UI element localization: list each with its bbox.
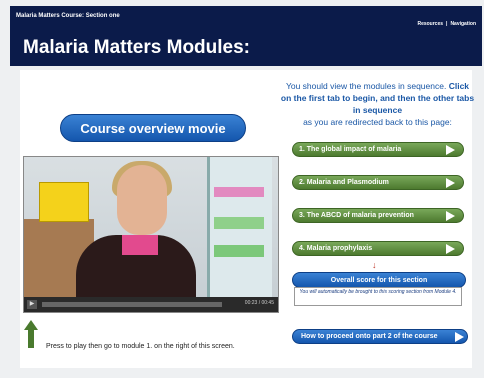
module-label: 1. The global impact of malaria [299, 146, 402, 153]
navigation-link[interactable]: Navigation [450, 21, 476, 27]
video-sharps-bin [39, 182, 89, 222]
play-triangle-icon [446, 211, 455, 221]
intro-line-a: You should view the modules in sequence. [285, 81, 447, 91]
video-shelf [214, 187, 264, 197]
play-triangle-icon [446, 244, 455, 254]
video-player[interactable]: ▶ 00:23 / 00:45 [23, 156, 279, 313]
module-label: 2. Malaria and Plasmodium [299, 179, 389, 186]
resources-link[interactable]: Resources [417, 21, 443, 27]
video-shelf [214, 217, 264, 229]
video-presenter-collar [122, 235, 158, 255]
play-triangle-icon [446, 178, 455, 188]
page-frame: Malaria Matters Course: Section one Reso… [0, 0, 484, 378]
video-shelf [214, 245, 264, 257]
module-label: 4. Malaria prophylaxis [299, 245, 373, 252]
video-presenter-head [117, 165, 167, 235]
down-arrow-icon: ↓ [372, 260, 377, 270]
page-title: Malaria Matters Modules: [23, 37, 250, 58]
module-3-button[interactable]: 3. The ABCD of malaria prevention [292, 208, 464, 223]
video-controls: ▶ 00:23 / 00:45 [24, 297, 278, 312]
press-instruction: Press to play then go to module 1. on th… [46, 343, 235, 350]
proceed-label: How to proceed onto part 2 of the course [301, 333, 438, 340]
progress-bar[interactable] [42, 302, 222, 307]
proceed-part-2-button[interactable]: How to proceed onto part 2 of the course [292, 329, 468, 344]
module-label: 3. The ABCD of malaria prevention [299, 212, 414, 219]
header-bar: Malaria Matters Course: Section one Reso… [10, 6, 482, 66]
link-separator: | [446, 21, 448, 27]
top-links: Resources | Navigation [417, 21, 476, 27]
play-icon[interactable]: ▶ [27, 300, 37, 309]
main-content: You should view the modules in sequence.… [20, 70, 475, 368]
overall-score-button[interactable]: Overall score for this section [292, 272, 466, 288]
course-title: Malaria Matters Course: Section one [16, 13, 120, 19]
intro-text: You should view the modules in sequence.… [280, 80, 475, 128]
intro-line-c: as you are redirected back to this page: [303, 117, 452, 127]
module-4-button[interactable]: 4. Malaria prophylaxis [292, 241, 464, 256]
module-1-button[interactable]: 1. The global impact of malaria [292, 142, 464, 157]
module-2-button[interactable]: 2. Malaria and Plasmodium [292, 175, 464, 190]
video-time: 00:23 / 00:45 [244, 300, 274, 306]
score-note: You will automatically be brought to thi… [294, 287, 462, 306]
play-triangle-icon [446, 145, 455, 155]
up-arrow-icon [24, 320, 38, 348]
play-triangle-icon [455, 332, 464, 342]
course-overview-button[interactable]: Course overview movie [60, 114, 246, 142]
